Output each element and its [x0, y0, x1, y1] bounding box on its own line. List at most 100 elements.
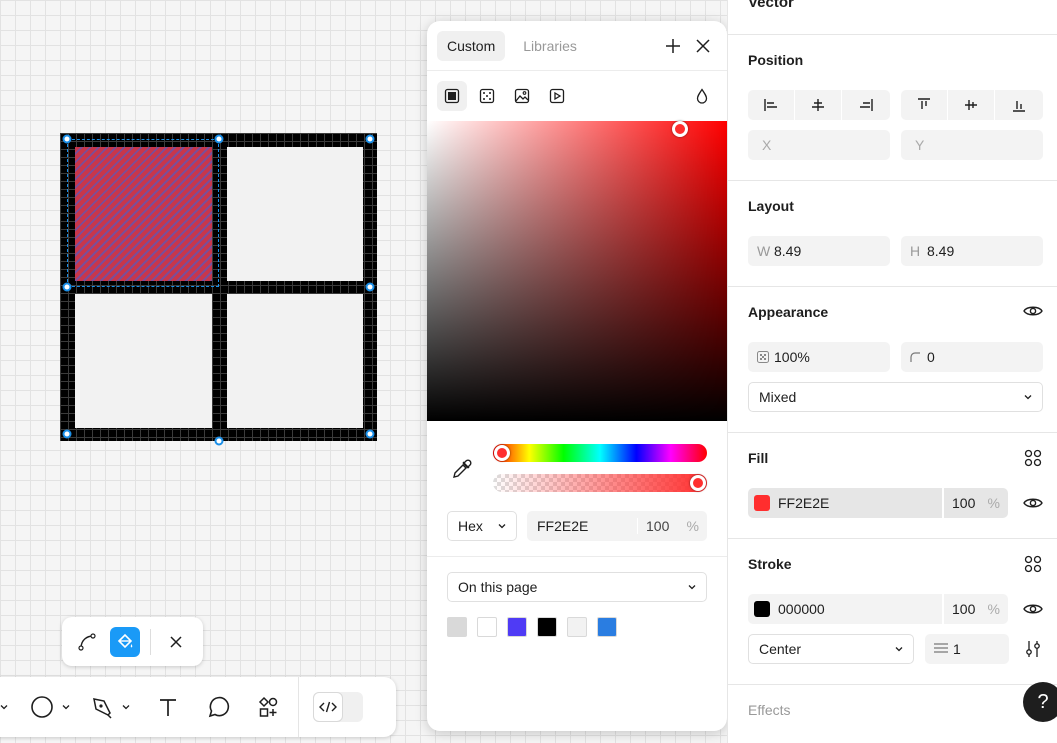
percent-sign: % — [987, 601, 1000, 617]
stroke-color-chip[interactable] — [754, 601, 770, 617]
stroke-styles-button[interactable] — [1023, 554, 1043, 574]
toggle-visibility-button[interactable] — [1023, 301, 1043, 321]
saturation-value-area[interactable] — [427, 121, 727, 421]
y-position-input[interactable]: Y — [901, 130, 1043, 160]
text-icon — [160, 699, 176, 716]
stroke-opacity-input[interactable]: 100 % — [942, 594, 1008, 624]
text-tool[interactable] — [156, 677, 180, 737]
stroke-position-select[interactable]: Center — [748, 634, 914, 664]
vector-cell[interactable] — [227, 147, 363, 281]
tool-caret-left[interactable] — [0, 677, 8, 737]
close-picker-button[interactable] — [695, 38, 711, 54]
plus-icon — [666, 38, 680, 53]
stroke-visibility-button[interactable] — [1023, 599, 1043, 619]
solid-fill-button[interactable] — [437, 81, 467, 111]
comment-tool[interactable] — [206, 677, 230, 737]
dev-mode-toggle[interactable] — [313, 692, 363, 722]
tab-custom[interactable]: Custom — [437, 30, 506, 61]
color-format-select[interactable]: Hex — [447, 511, 517, 541]
align-center-h-button[interactable] — [795, 90, 842, 120]
align-bottom-button[interactable] — [995, 90, 1042, 120]
selection-handle[interactable] — [214, 436, 224, 446]
fill-hex-value: FF2E2E — [778, 495, 830, 511]
align-horizontal-center-icon — [812, 99, 824, 111]
hue-handle[interactable] — [494, 445, 510, 461]
corner-radius-input[interactable]: 0 — [901, 342, 1043, 372]
selection-handle[interactable] — [365, 282, 375, 292]
code-button[interactable] — [313, 692, 343, 722]
fill-opacity-input[interactable]: 100 % — [942, 488, 1008, 518]
image-fill-button[interactable] — [507, 81, 537, 111]
stroke-color-input[interactable]: 000000 100 % — [748, 594, 1008, 624]
ellipse-tool[interactable] — [30, 677, 54, 737]
height-input[interactable]: H 8.49 — [901, 236, 1043, 266]
width-input[interactable]: W 8.49 — [748, 236, 890, 266]
color-swatch[interactable] — [507, 617, 527, 637]
selection-handle[interactable] — [62, 282, 72, 292]
tab-libraries[interactable]: Libraries — [513, 31, 587, 61]
canvas-vector-grid[interactable] — [60, 133, 377, 446]
selection-handle[interactable] — [365, 134, 375, 144]
stroke-section: Stroke 000000 100 % Center 1 — [728, 539, 1057, 685]
help-button[interactable]: ? — [1023, 682, 1057, 722]
fill-color-chip[interactable] — [754, 495, 770, 511]
gradient-fill-button[interactable] — [472, 81, 502, 111]
hue-slider[interactable] — [493, 444, 707, 462]
close-vector-edit-button[interactable] — [161, 627, 191, 657]
color-swatch[interactable] — [537, 617, 557, 637]
selection-handle[interactable] — [62, 429, 72, 439]
stroke-weight-input[interactable]: 1 — [925, 634, 1009, 664]
align-left-button[interactable] — [748, 90, 795, 120]
library-scope-select[interactable]: On this page — [447, 572, 707, 602]
bottom-toolbar — [0, 677, 396, 737]
components-tool[interactable] — [256, 677, 280, 737]
hex-input[interactable]: FF2E2E — [527, 518, 637, 534]
vector-cell[interactable] — [227, 294, 363, 428]
pen-tool-menu[interactable] — [122, 677, 132, 737]
height-value: 8.49 — [927, 243, 955, 259]
color-swatch[interactable] — [597, 617, 617, 637]
swatch-list — [447, 617, 617, 637]
vector-cell[interactable] — [75, 294, 212, 428]
ellipse-tool-menu[interactable] — [62, 677, 72, 737]
color-swatch[interactable] — [447, 617, 467, 637]
align-right-button[interactable] — [842, 90, 889, 120]
effects-section: Effects — [728, 685, 1057, 743]
layer-opacity-input[interactable]: 100% — [748, 342, 890, 372]
add-style-button[interactable] — [665, 38, 681, 54]
opacity-handle[interactable] — [690, 475, 706, 491]
paint-bucket-button[interactable] — [110, 626, 140, 657]
position-title: Position — [748, 52, 804, 68]
blend-mode-select[interactable]: Mixed — [748, 382, 1043, 412]
effects-title[interactable]: Effects — [748, 702, 791, 718]
close-icon — [696, 38, 710, 53]
saturation-value-handle[interactable] — [672, 121, 688, 137]
eyedropper-button[interactable] — [451, 458, 473, 480]
height-label: H — [910, 243, 921, 259]
video-fill-button[interactable] — [542, 81, 572, 111]
color-swatch[interactable] — [567, 617, 587, 637]
fill-color-input[interactable]: FF2E2E 100 % — [748, 488, 1008, 518]
path-tool-button[interactable] — [72, 627, 102, 657]
align-top-button[interactable] — [901, 90, 948, 120]
pen-tool[interactable] — [90, 677, 114, 737]
fill-visibility-button[interactable] — [1023, 493, 1043, 513]
opacity-input[interactable]: 100 % — [637, 518, 707, 534]
stroke-position-label: Center — [759, 641, 802, 657]
properties-panel: Vector Position X Y Layout W 8.49 H 8.49… — [727, 0, 1057, 743]
x-position-input[interactable]: X — [748, 130, 890, 160]
selection-handle[interactable] — [214, 134, 224, 144]
selection-handle[interactable] — [365, 429, 375, 439]
opacity-slider[interactable] — [493, 474, 707, 492]
horizontal-align-group — [748, 90, 890, 120]
stroke-settings-button[interactable] — [1023, 639, 1043, 659]
section-divider — [427, 556, 727, 557]
chevron-down-icon — [895, 647, 903, 652]
styles-grid-icon — [1024, 555, 1042, 573]
fill-styles-button[interactable] — [1023, 448, 1043, 468]
color-swatch[interactable] — [477, 617, 497, 637]
fill-type-row — [427, 71, 727, 121]
align-center-v-button[interactable] — [948, 90, 995, 120]
selection-handle[interactable] — [62, 134, 72, 144]
blend-mode-button[interactable] — [695, 88, 709, 104]
